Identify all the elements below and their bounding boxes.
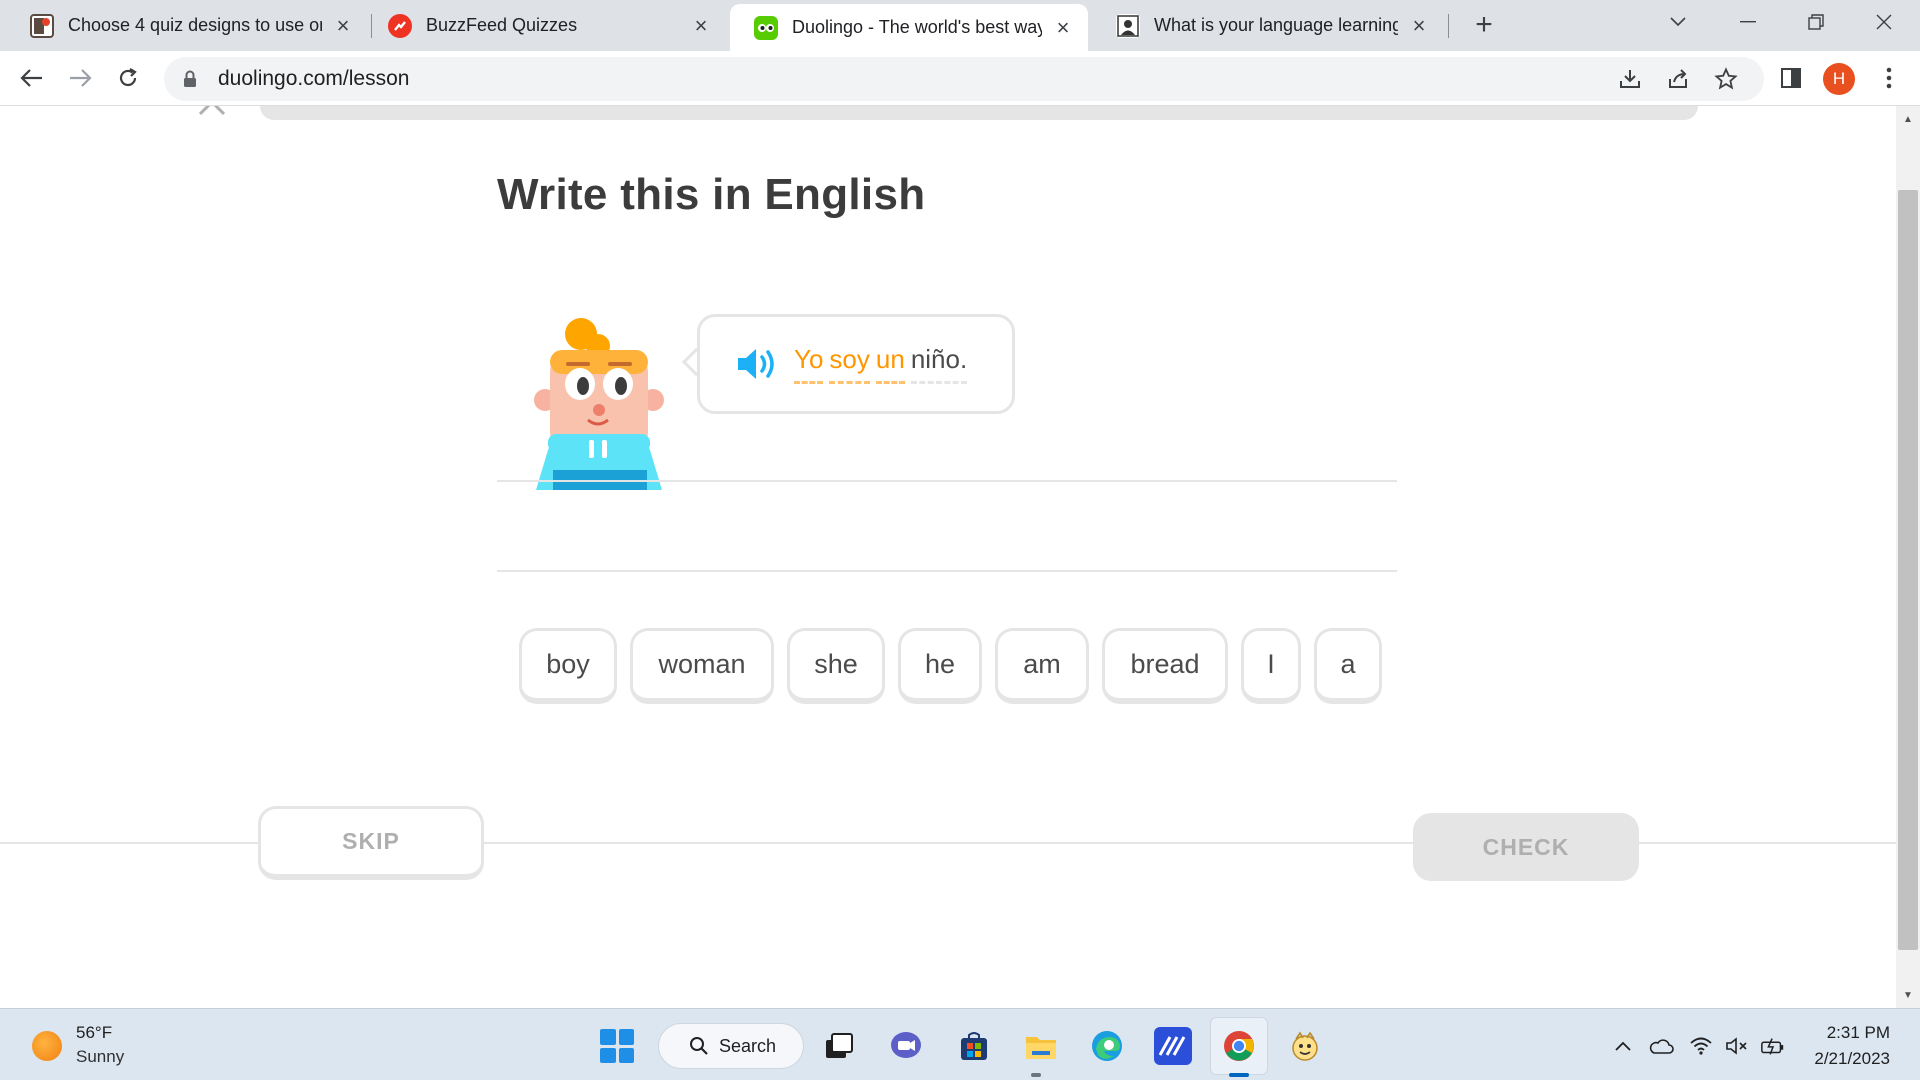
menu-kebab-icon[interactable] <box>1874 63 1904 93</box>
restore-icon[interactable] <box>1786 0 1846 44</box>
search-icon <box>690 1037 708 1055</box>
tab-buzzfeed[interactable]: BuzzFeed Quizzes × <box>364 0 726 51</box>
teams-chat-icon[interactable] <box>887 1027 925 1065</box>
reload-icon[interactable] <box>110 60 146 96</box>
sun-weather-icon[interactable] <box>32 1031 62 1061</box>
quiz-person-icon <box>1116 13 1140 38</box>
skip-button[interactable]: SKIP <box>258 806 484 880</box>
volume-muted-icon[interactable] <box>1724 1033 1750 1059</box>
exercise-prompt: Write this in English <box>497 170 926 219</box>
tab-title: Duolingo - The world's best way <box>792 17 1042 37</box>
quiz-app-icon <box>30 13 54 38</box>
tab-title: What is your language learning s <box>1154 15 1398 35</box>
tab-strip: Choose 4 quiz designs to use on × BuzzFe… <box>0 0 1920 51</box>
new-tab-button[interactable]: + <box>1466 8 1502 44</box>
forward-arrow-icon[interactable] <box>62 60 98 96</box>
close-icon[interactable]: × <box>1408 14 1430 37</box>
word-bank: boy woman she he am bread I a <box>519 628 1382 704</box>
taskbar-search[interactable]: Search <box>658 1023 804 1069</box>
lock-icon[interactable] <box>180 69 200 89</box>
tab-quiz-designs[interactable]: Choose 4 quiz designs to use on × <box>6 0 368 51</box>
sentence-word-hint[interactable]: Yo <box>794 344 824 384</box>
word-chip[interactable]: woman <box>630 628 774 704</box>
task-view-icon[interactable] <box>820 1027 858 1065</box>
answer-line-bottom <box>497 570 1397 572</box>
edge-browser-icon[interactable] <box>1088 1027 1126 1065</box>
tab-title: Choose 4 quiz designs to use on <box>68 15 322 35</box>
lesson-character-illustration <box>534 318 664 490</box>
weather-temperature[interactable]: 56°F <box>76 1023 112 1043</box>
microsoft-store-icon[interactable] <box>955 1027 993 1065</box>
taskbar-clock-time[interactable]: 2:31 PM <box>1827 1023 1890 1043</box>
taskbar-search-label: Search <box>719 1035 777 1056</box>
word-chip[interactable]: bread <box>1102 628 1228 704</box>
tab-duolingo[interactable]: Duolingo - The world's best way × <box>730 4 1088 51</box>
window-close-icon[interactable] <box>1854 0 1914 44</box>
character-app-icon[interactable] <box>1286 1027 1324 1065</box>
word-chip[interactable]: boy <box>519 628 617 704</box>
share-icon[interactable] <box>1666 67 1690 91</box>
tab-separator <box>1448 14 1449 38</box>
sentence-word-hint[interactable]: soy <box>829 344 870 384</box>
word-chip[interactable]: I <box>1241 628 1301 704</box>
tab-language-learning[interactable]: What is your language learning s × <box>1092 0 1444 51</box>
sentence-word-hint[interactable]: un <box>875 344 905 384</box>
chrome-running-indicator <box>1229 1073 1249 1077</box>
word-chip[interactable]: am <box>995 628 1089 704</box>
tab-title: BuzzFeed Quizzes <box>426 15 578 35</box>
windows-taskbar: 56°F Sunny Search 2:31 PM 2/21/2023 <box>0 1008 1920 1080</box>
battery-charging-icon[interactable] <box>1760 1033 1786 1059</box>
quit-lesson-icon[interactable] <box>196 106 228 122</box>
lesson-progress-bar <box>260 106 1698 120</box>
back-arrow-icon[interactable] <box>14 60 50 96</box>
scrollbar-thumb[interactable] <box>1898 190 1918 950</box>
windows-start-icon[interactable] <box>600 1029 634 1063</box>
profile-avatar[interactable]: H <box>1823 63 1855 95</box>
word-chip[interactable]: a <box>1314 628 1382 704</box>
tab-search-chevron-icon[interactable] <box>1648 0 1708 44</box>
speech-bubble: Yo soy un niño. <box>697 314 1015 414</box>
scroll-down-icon[interactable]: ▼ <box>1900 988 1916 1004</box>
close-icon[interactable]: × <box>690 14 712 37</box>
buzzfeed-icon <box>388 13 412 38</box>
duolingo-icon <box>754 15 778 40</box>
file-explorer-running-indicator <box>1031 1073 1041 1077</box>
speaker-audio-icon[interactable] <box>736 346 778 382</box>
chrome-browser-icon[interactable] <box>1220 1027 1258 1065</box>
answer-line-top <box>497 480 1397 482</box>
word-chip[interactable]: she <box>787 628 885 704</box>
address-bar[interactable]: duolingo.com/lesson <box>164 57 1764 101</box>
scroll-up-icon[interactable]: ▲ <box>1900 112 1916 128</box>
install-app-icon[interactable] <box>1618 67 1642 91</box>
chevron-up-icon[interactable] <box>1610 1033 1636 1059</box>
weather-condition[interactable]: Sunny <box>76 1047 124 1067</box>
taskbar-clock-date[interactable]: 2/21/2023 <box>1814 1049 1890 1069</box>
vpn-app-icon[interactable] <box>1154 1027 1192 1065</box>
minimize-icon[interactable] <box>1718 0 1778 44</box>
side-panel-icon[interactable] <box>1776 63 1806 93</box>
bookmark-star-icon[interactable] <box>1714 67 1738 91</box>
word-chip[interactable]: he <box>898 628 982 704</box>
sentence-word[interactable]: niño. <box>910 344 968 384</box>
check-button[interactable]: CHECK <box>1413 813 1639 881</box>
close-icon[interactable]: × <box>332 14 354 37</box>
file-explorer-icon[interactable] <box>1022 1027 1060 1065</box>
browser-toolbar: duolingo.com/lesson H <box>0 51 1920 106</box>
wifi-icon[interactable] <box>1688 1033 1714 1059</box>
source-sentence: Yo soy un niño. <box>794 344 968 384</box>
url-text[interactable]: duolingo.com/lesson <box>218 67 409 91</box>
close-icon[interactable]: × <box>1052 16 1074 39</box>
onedrive-cloud-icon[interactable] <box>1648 1033 1674 1059</box>
